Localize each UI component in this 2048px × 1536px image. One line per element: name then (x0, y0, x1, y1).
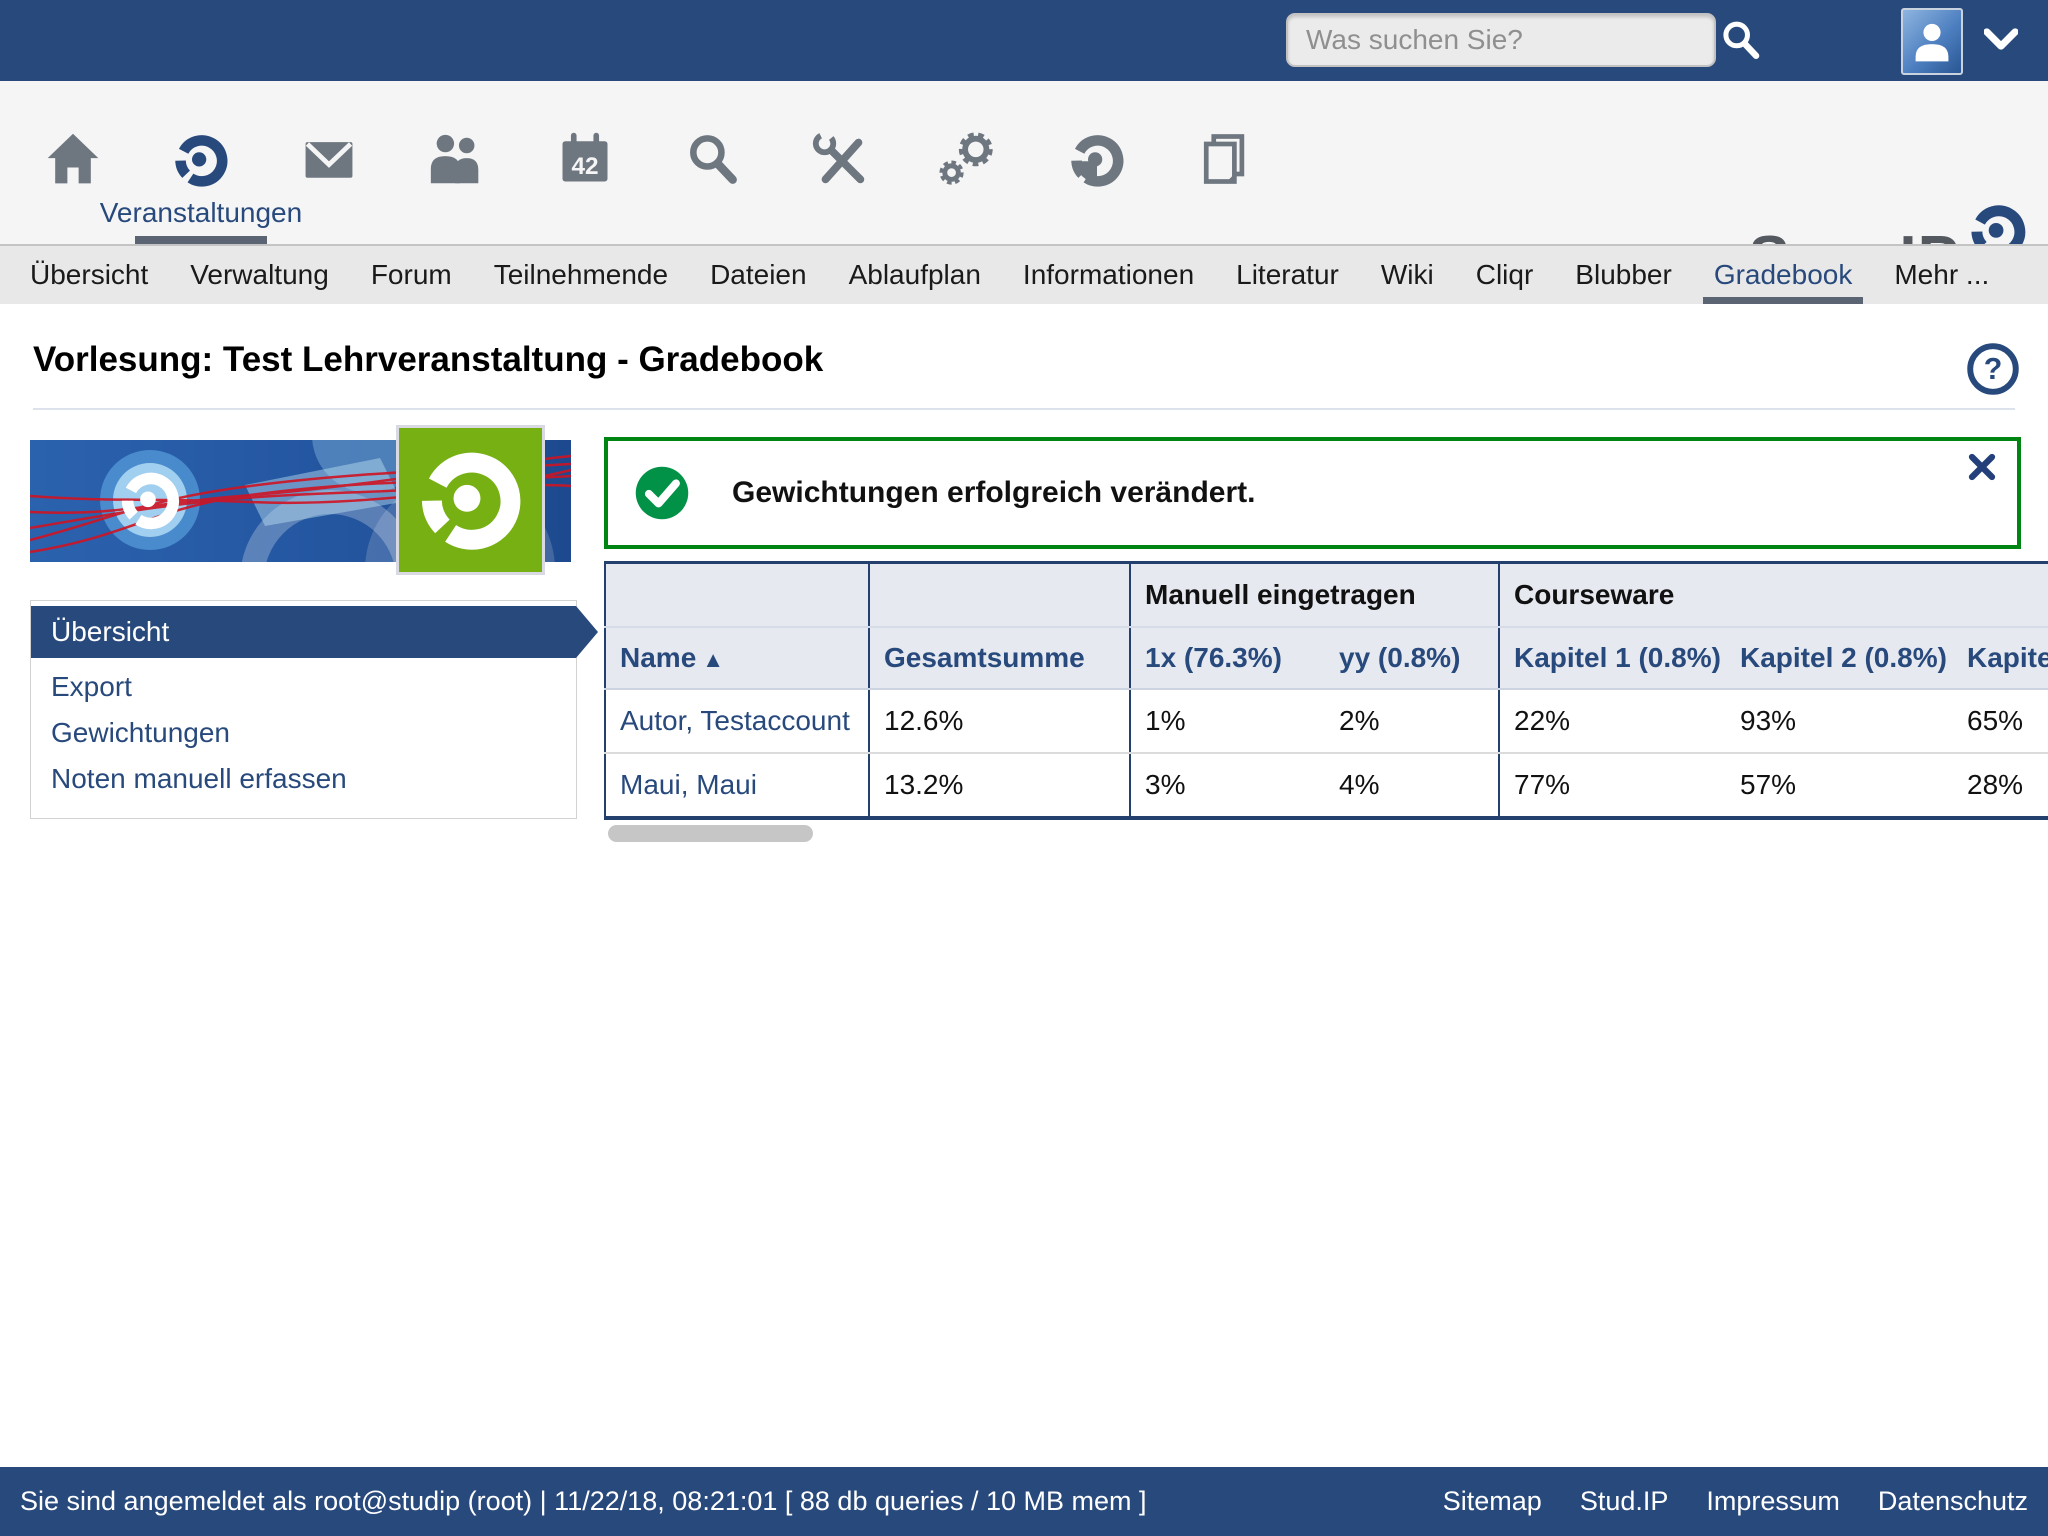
nav-bulletin-board-icon[interactable] (1161, 81, 1289, 244)
column-header-kapitel2: Kapitel 2 (0.8%) (1726, 627, 1953, 689)
footer-link-datenschutz[interactable]: Datenschutz (1878, 1486, 2028, 1517)
search-input[interactable] (1286, 13, 1716, 67)
group-header-empty-gesamtsumme (869, 563, 1130, 628)
nav-messages-icon[interactable] (265, 81, 393, 244)
column-header-name-label: Name (620, 642, 696, 673)
user-menu-chevron-down-icon[interactable] (1984, 28, 2018, 52)
tab-dateien[interactable]: Dateien (689, 246, 828, 304)
main-nav-bar: Veranstaltungen Stud.IP (0, 81, 2048, 244)
login-status-text: Sie sind angemeldet als root@studip (roo… (20, 1486, 1443, 1517)
cell-gesamtsumme: 12.6% (869, 689, 1130, 753)
column-header-gesamtsumme: Gesamtsumme (869, 627, 1130, 689)
table-column-header-row: Name▲ Gesamtsumme 1x (76.3%) yy (0.8%) K… (605, 627, 2048, 689)
student-name-link[interactable]: Autor, Testaccount (620, 705, 850, 736)
course-avatar (396, 425, 545, 575)
cell-kapitel3: 65% (1953, 689, 2048, 753)
column-header-kapitel1: Kapitel 1 (0.8%) (1499, 627, 1726, 689)
title-divider (33, 408, 2015, 410)
sort-asc-icon: ▲ (702, 647, 724, 672)
nav-admin-gears-icon[interactable] (905, 81, 1033, 244)
nav-search-icon[interactable] (649, 81, 777, 244)
column-header-kapitel3: Kapitel 3 (0.8%) (1953, 627, 2048, 689)
nav-community-icon[interactable] (393, 81, 521, 244)
cell-1x: 1% (1130, 689, 1325, 753)
tab-ablaufplan[interactable]: Ablaufplan (828, 246, 1002, 304)
tab-blubber[interactable]: Blubber (1554, 246, 1693, 304)
table-horizontal-scrollbar[interactable] (608, 825, 813, 842)
sidebar-item-gewichtungen[interactable]: Gewichtungen (31, 710, 576, 756)
group-header-manuell: Manuell eingetragen (1130, 563, 1499, 628)
student-name-link[interactable]: Maui, Maui (620, 769, 757, 800)
cell-gesamtsumme: 13.2% (869, 753, 1130, 818)
group-header-courseware: Courseware (1499, 563, 2048, 628)
sidebar-item-uebersicht[interactable]: Übersicht (31, 606, 576, 658)
cell-1x: 3% (1130, 753, 1325, 818)
nav-schedule-icon[interactable] (521, 81, 649, 244)
nav-active-underline (135, 236, 267, 244)
column-header-yy: yy (0.8%) (1325, 627, 1499, 689)
tab-gradebook[interactable]: Gradebook (1693, 246, 1874, 304)
table-row: Autor, Testaccount 12.6% 1% 2% 22% 93% 6… (605, 689, 2048, 753)
nav-courseware-icon[interactable] (1033, 81, 1161, 244)
footer-bar: Sie sind angemeldet als root@studip (roo… (0, 1467, 2048, 1536)
tab-forum[interactable]: Forum (350, 246, 473, 304)
help-icon[interactable] (1966, 342, 2020, 396)
cell-yy: 2% (1325, 689, 1499, 753)
success-message-text: Gewichtungen erfolgreich verändert. (732, 476, 1255, 510)
gradebook-table: Manuell eingetragen Courseware Name▲ Ges… (604, 561, 2048, 820)
tab-uebersicht[interactable]: Übersicht (9, 246, 169, 304)
success-check-icon (634, 465, 690, 521)
tab-verwaltung[interactable]: Verwaltung (169, 246, 350, 304)
tab-wiki[interactable]: Wiki (1360, 246, 1455, 304)
column-header-name[interactable]: Name▲ (605, 627, 869, 689)
sidebar-item-export[interactable]: Export (31, 664, 576, 710)
top-bar (0, 0, 2048, 81)
user-avatar[interactable] (1901, 8, 1963, 75)
cell-yy: 4% (1325, 753, 1499, 818)
cell-kapitel1: 22% (1499, 689, 1726, 753)
nav-tools-icon[interactable] (777, 81, 905, 244)
tab-teilnehmende[interactable]: Teilnehmende (473, 246, 689, 304)
cell-kapitel3: 28% (1953, 753, 2048, 818)
tab-literatur[interactable]: Literatur (1215, 246, 1360, 304)
group-header-empty-name (605, 563, 869, 628)
tab-mehr[interactable]: Mehr ... (1873, 246, 2010, 304)
cell-kapitel2: 57% (1726, 753, 1953, 818)
page-title: Vorlesung: Test Lehrveranstaltung - Grad… (33, 340, 823, 380)
nav-courses-icon[interactable]: Veranstaltungen (137, 81, 265, 244)
cell-kapitel2: 93% (1726, 689, 1953, 753)
table-row: Maui, Maui 13.2% 3% 4% 77% 57% 28% (605, 753, 2048, 818)
gradebook-table-wrapper: Manuell eingetragen Courseware Name▲ Ges… (604, 561, 2048, 821)
footer-link-sitemap[interactable]: Sitemap (1443, 1486, 1542, 1517)
success-message: Gewichtungen erfolgreich verändert. (604, 437, 2021, 549)
table-group-header-row: Manuell eingetragen Courseware (605, 563, 2048, 628)
footer-link-studip[interactable]: Stud.IP (1580, 1486, 1669, 1517)
search-submit-icon[interactable] (1718, 17, 1764, 63)
sidebar-item-noten-manuell-erfassen[interactable]: Noten manuell erfassen (31, 756, 576, 802)
cell-kapitel1: 77% (1499, 753, 1726, 818)
column-header-1x: 1x (76.3%) (1130, 627, 1325, 689)
tab-informationen[interactable]: Informationen (1002, 246, 1215, 304)
close-icon[interactable] (1965, 451, 1999, 485)
person-icon (1907, 15, 1957, 67)
sidebar-menu: Übersicht Export Gewichtungen Noten manu… (30, 600, 577, 819)
content-area: Vorlesung: Test Lehrveranstaltung - Grad… (0, 304, 2048, 1467)
course-tab-bar: Übersicht Verwaltung Forum Teilnehmende … (0, 244, 2048, 304)
tab-cliqr[interactable]: Cliqr (1455, 246, 1555, 304)
footer-link-impressum[interactable]: Impressum (1706, 1486, 1840, 1517)
